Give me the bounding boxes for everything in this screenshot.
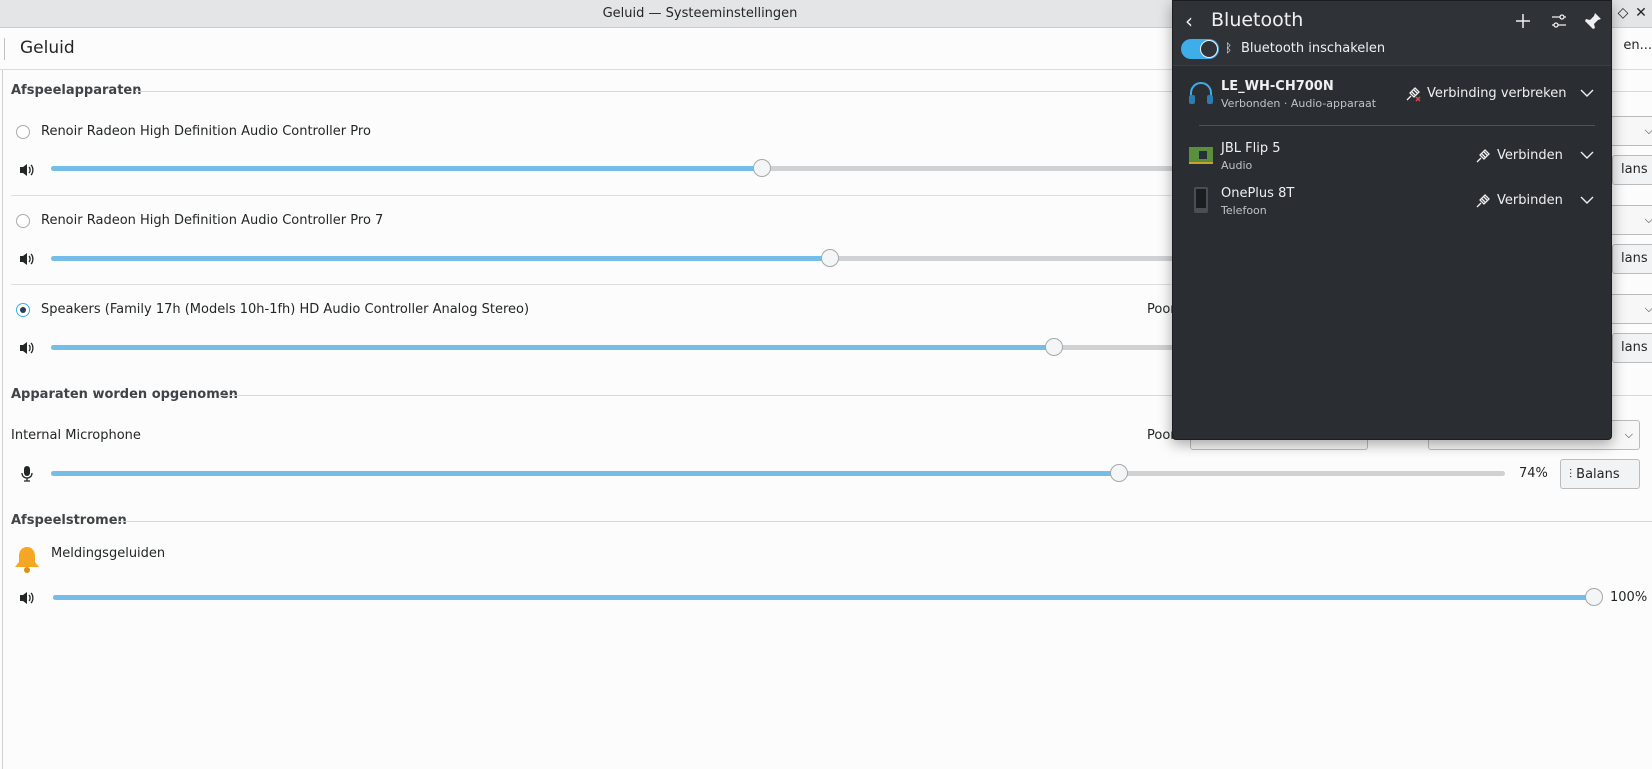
bt-device-status: Telefoon xyxy=(1221,204,1267,217)
headphones-icon xyxy=(1189,82,1213,104)
volume-slider[interactable] xyxy=(51,159,1181,177)
volume-slider[interactable] xyxy=(51,464,1505,482)
configure-icon[interactable] xyxy=(1549,11,1569,31)
section-recording-devices: Apparaten worden opgenomen xyxy=(11,387,1652,402)
section-title: Apparaten worden opgenomen xyxy=(11,387,238,402)
balance-icon: ⫶ xyxy=(1569,467,1573,481)
speaker-icon[interactable] xyxy=(18,250,36,268)
volume-slider-fill xyxy=(51,166,762,171)
device-name: Speakers (Family 17h (Models 10h-1fh) HD… xyxy=(41,302,530,317)
chevron-down-icon[interactable] xyxy=(1579,85,1595,101)
volume-slider-handle[interactable] xyxy=(821,249,839,267)
microphone-icon[interactable] xyxy=(18,465,36,483)
bluetooth-title: Bluetooth xyxy=(1211,9,1304,31)
bt-device-row[interactable]: JBL Flip 5 Audio Verbinden xyxy=(1173,139,1611,183)
connect-icon xyxy=(1476,194,1490,208)
bt-divider xyxy=(1199,125,1595,126)
bt-device-name: JBL Flip 5 xyxy=(1221,141,1281,156)
bluetooth-popup: ‹ Bluetooth ᛒ Bluetooth inschakelen LE_W… xyxy=(1172,0,1612,440)
volume-slider[interactable] xyxy=(53,588,1603,606)
disconnect-icon xyxy=(1406,87,1421,102)
phone-icon xyxy=(1194,187,1208,213)
speaker-icon[interactable] xyxy=(18,339,36,357)
pin-icon[interactable] xyxy=(1583,11,1603,31)
volume-slider-handle[interactable] xyxy=(1045,338,1063,356)
chevron-down-icon[interactable] xyxy=(1579,147,1595,163)
chevron-down-icon: ⌵ xyxy=(1624,428,1633,441)
chevron-down-icon: ⌵ xyxy=(1644,213,1652,226)
bt-device-status: Verbonden · Audio-apparaat xyxy=(1221,97,1377,110)
bluetooth-header: ‹ Bluetooth ᛒ Bluetooth inschakelen xyxy=(1173,1,1611,66)
header-separator xyxy=(4,38,5,60)
connect-icon xyxy=(1476,149,1490,163)
section-playback-streams: Afspeelstromen xyxy=(11,513,1652,528)
bt-device-name: OnePlus 8T xyxy=(1221,186,1295,201)
bt-device-row[interactable]: OnePlus 8T Telefoon Verbinden xyxy=(1173,184,1611,228)
page-title: Geluid xyxy=(20,38,75,58)
balance-button[interactable]: lans xyxy=(1612,244,1652,274)
bt-device-name: LE_WH-CH700N xyxy=(1221,79,1334,94)
section-playback-devices: Afspeelapparaten xyxy=(11,83,1652,98)
chevron-down-icon: ⌵ xyxy=(1644,302,1652,315)
section-divider xyxy=(119,521,1652,522)
volume-slider-fill xyxy=(51,345,1054,350)
speaker-icon[interactable] xyxy=(18,161,36,179)
close-icon[interactable]: ✕ xyxy=(1632,4,1650,22)
device-name: Renoir Radeon High Definition Audio Cont… xyxy=(41,124,371,139)
volume-slider-fill xyxy=(53,595,1594,600)
balance-button[interactable]: ⫶ Balans xyxy=(1560,459,1640,489)
audio-card-icon xyxy=(1189,147,1213,164)
section-title: Afspeelstromen xyxy=(11,513,127,528)
balance-button[interactable]: lans xyxy=(1612,155,1652,185)
back-icon[interactable]: ‹ xyxy=(1185,9,1193,33)
connect-button[interactable]: Verbinden xyxy=(1497,148,1563,163)
device-name: Renoir Radeon High Definition Audio Cont… xyxy=(41,213,384,228)
header-action-button[interactable]: en... xyxy=(1623,38,1652,53)
volume-slider[interactable] xyxy=(51,338,1181,356)
row-divider xyxy=(11,195,1171,196)
chevron-down-icon: ⌵ xyxy=(1644,124,1652,137)
pin-icon[interactable]: ◇ xyxy=(1614,4,1632,22)
connect-button[interactable]: Verbinden xyxy=(1497,193,1563,208)
speaker-icon[interactable] xyxy=(18,589,36,607)
volume-slider-fill xyxy=(51,256,830,261)
toggle-knob xyxy=(1200,40,1218,58)
bluetooth-enable-label: Bluetooth inschakelen xyxy=(1241,41,1386,56)
volume-slider-fill xyxy=(51,471,1119,476)
chevron-down-icon[interactable] xyxy=(1579,192,1595,208)
device-radio-selected[interactable] xyxy=(16,303,30,317)
bluetooth-toggle[interactable] xyxy=(1181,39,1219,59)
bluetooth-icon: ᛒ xyxy=(1225,41,1233,55)
volume-percentage: 74% xyxy=(1519,466,1548,481)
disconnect-button[interactable]: Verbinding verbreken xyxy=(1427,86,1566,101)
balance-button[interactable]: lans xyxy=(1612,333,1652,363)
device-radio[interactable] xyxy=(16,214,30,228)
volume-slider-handle[interactable] xyxy=(753,159,771,177)
device-name: Internal Microphone xyxy=(11,428,141,443)
section-title: Afspeelapparaten xyxy=(11,83,142,98)
row-divider xyxy=(11,284,1171,285)
left-border xyxy=(2,70,3,769)
volume-slider[interactable] xyxy=(51,249,1181,267)
bell-icon xyxy=(15,547,39,573)
volume-percentage: 100% xyxy=(1610,590,1648,605)
bt-device-row[interactable]: LE_WH-CH700N Verbonden · Audio-apparaat … xyxy=(1173,77,1611,121)
add-icon[interactable] xyxy=(1513,11,1533,31)
stream-name: Meldingsgeluiden xyxy=(51,546,166,561)
volume-slider-handle[interactable] xyxy=(1110,464,1128,482)
device-radio[interactable] xyxy=(16,125,30,139)
bt-device-status: Audio xyxy=(1221,159,1253,172)
volume-slider-handle[interactable] xyxy=(1585,588,1603,606)
